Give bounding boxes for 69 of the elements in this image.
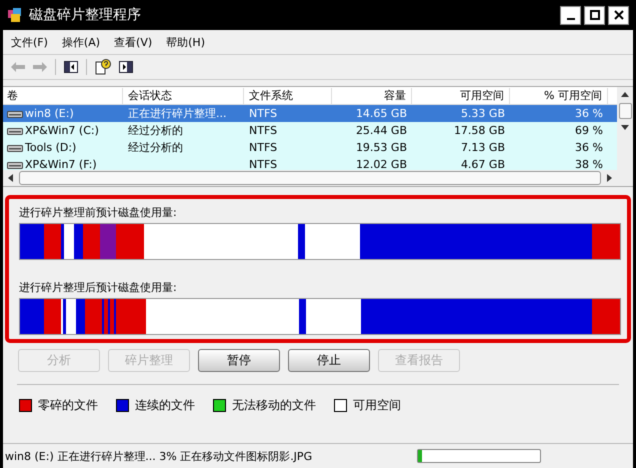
- volume-row[interactable]: XP&Win7 (F:) NTFS 12.02 GB 4.67 GB 38 %: [3, 156, 617, 170]
- menu-item[interactable]: 操作(A): [62, 34, 100, 50]
- panel-icon[interactable]: [119, 61, 133, 73]
- table-cell: 正在进行碎片整理...: [128, 106, 226, 121]
- map-label: 进行碎片整理前预计磁盘使用量:: [19, 205, 178, 221]
- table-cell: 14.65 GB: [356, 107, 407, 120]
- table-cell: 19.53 GB: [356, 141, 407, 154]
- table-cell: XP&Win7 (F:): [25, 158, 97, 170]
- table-cell: win8 (E:): [25, 107, 74, 120]
- table-cell: Tools (D:): [25, 141, 76, 154]
- minimize-icon: [566, 18, 574, 20]
- table-cell: 36 %: [575, 141, 603, 154]
- action-button[interactable]: 暂停: [198, 349, 280, 372]
- menu-item[interactable]: 帮助(H): [166, 34, 205, 50]
- table-cell: 经过分析的: [128, 140, 183, 155]
- app-icon: [7, 7, 23, 23]
- drive-icon: [7, 160, 23, 170]
- left-arrow-icon[interactable]: [7, 173, 15, 183]
- scrollbar-thumb[interactable]: [618, 103, 632, 119]
- down-arrow-icon[interactable]: [620, 123, 630, 131]
- column-header[interactable]: 会话状态: [123, 88, 244, 104]
- horizontal-scrollbar[interactable]: [3, 170, 617, 186]
- drive-icon: [7, 126, 23, 136]
- legend-label: 可用空间: [353, 396, 401, 414]
- panel-icon[interactable]: [64, 61, 78, 73]
- drive-icon: [7, 142, 23, 152]
- column-header[interactable]: 可用空间: [412, 88, 510, 104]
- legend-label: 无法移动的文件: [232, 396, 316, 414]
- table-cell: 12.02 GB: [356, 158, 407, 170]
- up-arrow-icon[interactable]: [620, 91, 630, 99]
- maximize-button[interactable]: [584, 6, 605, 24]
- vertical-scrollbar[interactable]: [617, 87, 633, 186]
- column-header[interactable]: 容量: [332, 88, 412, 104]
- close-button[interactable]: [608, 6, 629, 24]
- drive-icon: [7, 108, 23, 118]
- table-cell: 7.13 GB: [460, 141, 505, 154]
- column-header[interactable]: % 可用空间: [510, 88, 608, 104]
- status-text: win8 (E:) 正在进行碎片整理... 3% 正在移动文件图标阴影.JPG: [5, 448, 314, 464]
- table-cell: NTFS: [249, 124, 278, 137]
- menu-item[interactable]: 文件(F): [11, 34, 48, 50]
- table-cell: 4.67 GB: [460, 158, 505, 170]
- table-cell: 17.58 GB: [454, 124, 505, 137]
- table-cell: 36 %: [575, 107, 603, 120]
- table-cell: 25.44 GB: [356, 124, 407, 137]
- table-cell: NTFS: [249, 107, 278, 120]
- column-header[interactable]: 文件系统: [244, 88, 332, 104]
- volume-row[interactable]: XP&Win7 (C:) 经过分析的 NTFS 25.44 GB 17.58 GB 69 %: [3, 122, 617, 139]
- right-arrow-icon[interactable]: [605, 173, 613, 183]
- action-button[interactable]: 停止: [288, 349, 370, 372]
- table-cell: NTFS: [249, 158, 278, 170]
- help-icon[interactable]: [95, 59, 111, 75]
- legend-label: 零碎的文件: [38, 396, 98, 414]
- table-cell: NTFS: [249, 141, 278, 154]
- window-title: 磁盘碎片整理程序: [29, 6, 141, 24]
- minimize-button[interactable]: [560, 6, 581, 24]
- table-cell: 38 %: [575, 158, 603, 170]
- column-header[interactable]: 卷: [3, 88, 123, 104]
- close-icon: [614, 10, 624, 20]
- scrollbar-thumb[interactable]: [19, 171, 601, 185]
- table-cell: 69 %: [575, 124, 603, 137]
- table-cell: XP&Win7 (C:): [25, 124, 99, 137]
- table-cell: 5.33 GB: [460, 107, 505, 120]
- map-label: 进行碎片整理后预计磁盘使用量:: [19, 280, 178, 296]
- table-cell: 经过分析的: [128, 123, 183, 138]
- volume-row[interactable]: win8 (E:) 正在进行碎片整理... NTFS 14.65 GB 5.33 GB 36 %: [3, 105, 617, 122]
- legend-label: 连续的文件: [135, 396, 195, 414]
- maximize-icon: [590, 10, 600, 20]
- volume-row[interactable]: Tools (D:) 经过分析的 NTFS 19.53 GB 7.13 GB 36 %: [3, 139, 617, 156]
- menu-item[interactable]: 查看(V): [114, 34, 152, 50]
